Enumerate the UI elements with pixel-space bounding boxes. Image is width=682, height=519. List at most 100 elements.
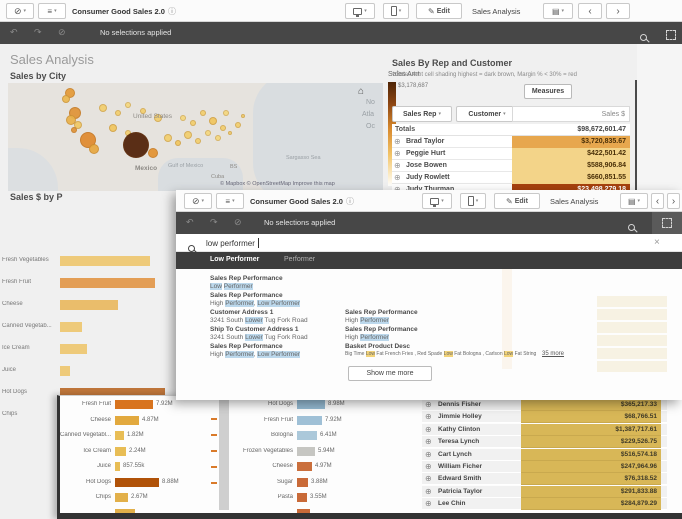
- info-icon[interactable]: ⓘ: [168, 6, 176, 17]
- city-sales-bubble[interactable]: [215, 135, 221, 141]
- bar[interactable]: [115, 431, 124, 440]
- table-row[interactable]: ⊕Teresa Lynch$229,526.75: [422, 436, 667, 448]
- expand-icon[interactable]: ⊕: [394, 137, 404, 147]
- table-row[interactable]: ⊕Dennis Fisher$365,217.33: [422, 399, 667, 411]
- map-attribution[interactable]: © Mapbox © OpenStreetMap Improve this ma…: [220, 181, 335, 187]
- bar[interactable]: [115, 447, 126, 456]
- device-mode-button[interactable]: ▾: [383, 3, 409, 19]
- city-sales-bubble[interactable]: [220, 125, 226, 131]
- search-input[interactable]: low performer: [206, 239, 255, 248]
- dimension-button-sales-rep[interactable]: Sales Rep▾: [392, 106, 452, 122]
- city-sales-bubble[interactable]: [209, 117, 217, 125]
- expand-icon[interactable]: ⊕: [425, 487, 435, 497]
- expand-icon[interactable]: ⊕: [425, 412, 435, 422]
- dimension-button-customer[interactable]: Customer▾: [456, 106, 518, 122]
- expand-icon[interactable]: ⊕: [394, 173, 404, 183]
- step-forward-icon[interactable]: ↷: [210, 217, 218, 228]
- current-sheet-label[interactable]: Sales Analysis: [550, 197, 598, 206]
- sales-by-city-map[interactable]: United States Mexico Gulf of Mexico Sarg…: [8, 83, 383, 191]
- next-sheet-button[interactable]: ›: [667, 193, 680, 209]
- search-result-item[interactable]: Sales Rep PerformanceHigh Performer: [345, 326, 418, 342]
- product-bar[interactable]: [60, 344, 87, 354]
- app-nav-button[interactable]: ⊘▾: [6, 3, 34, 19]
- product-bar[interactable]: [60, 278, 155, 288]
- bar[interactable]: [297, 400, 325, 409]
- search-result-item[interactable]: Sales Rep PerformanceHigh Performer, Low…: [210, 292, 300, 308]
- current-sheet-label[interactable]: Sales Analysis: [472, 7, 520, 16]
- table-row[interactable]: ⊕Patricia Taylor$291,833.88: [422, 486, 667, 498]
- expand-icon[interactable]: ⊕: [425, 499, 435, 509]
- step-forward-icon[interactable]: ↷: [34, 27, 42, 38]
- bar[interactable]: [297, 416, 322, 425]
- table-row[interactable]: ⊕Brad Taylor$3,720,835.67: [392, 136, 630, 148]
- app-nav-button[interactable]: ⊘▾: [184, 193, 212, 209]
- table-row[interactable]: ⊕William Ficher$247,964.96: [422, 461, 667, 473]
- bar[interactable]: [297, 493, 307, 502]
- bar[interactable]: [115, 478, 159, 487]
- expand-icon[interactable]: ⊕: [425, 474, 435, 484]
- city-sales-bubble[interactable]: [241, 114, 245, 118]
- table-row[interactable]: ⊕Edward Smith$76,318.52: [422, 473, 667, 485]
- search-result-item[interactable]: Customer Address 13241 South Lower Tug F…: [210, 309, 308, 325]
- city-sales-bubble[interactable]: [175, 140, 181, 146]
- show-more-button[interactable]: Show me more: [348, 366, 432, 381]
- bar[interactable]: [297, 462, 312, 471]
- search-result-item[interactable]: Ship To Customer Address 13241 South Low…: [210, 326, 308, 342]
- tab-low-performer[interactable]: Low Performer: [210, 256, 259, 263]
- search-icon[interactable]: [640, 28, 647, 46]
- search-result-item[interactable]: Sales Rep PerformanceHigh Performer, Low…: [210, 343, 300, 359]
- sheet-navigation-button[interactable]: ▤▾: [620, 193, 648, 209]
- expand-icon[interactable]: ⊕: [425, 450, 435, 460]
- search-result-item[interactable]: Sales Rep PerformanceLow Performer: [210, 275, 283, 291]
- product-bar[interactable]: [60, 300, 118, 310]
- expand-icon[interactable]: ⊕: [394, 149, 404, 159]
- device-mode-button[interactable]: ▾: [460, 193, 486, 209]
- step-back-icon[interactable]: ↶: [186, 217, 194, 228]
- city-sales-bubble[interactable]: [205, 130, 211, 136]
- city-sales-bubble[interactable]: [123, 132, 149, 158]
- product-bar[interactable]: [60, 322, 82, 332]
- display-mode-button[interactable]: ▾: [345, 3, 375, 19]
- city-sales-bubble[interactable]: [190, 120, 196, 126]
- sheet-list-button[interactable]: ≡▾: [38, 3, 66, 19]
- display-mode-button[interactable]: ▾: [422, 193, 452, 209]
- city-sales-bubble[interactable]: [228, 131, 232, 135]
- city-sales-bubble[interactable]: [125, 102, 131, 108]
- city-sales-bubble[interactable]: [99, 104, 107, 112]
- scrollbar[interactable]: [219, 400, 229, 510]
- city-sales-bubble[interactable]: [180, 115, 186, 121]
- city-sales-bubble[interactable]: [71, 127, 77, 133]
- table-row[interactable]: ⊕Kathy Clinton$1,387,717.61: [422, 424, 667, 436]
- home-icon[interactable]: ⌂: [358, 86, 364, 97]
- search-result-item[interactable]: Basket Product DescBig Time Low Fat Fren…: [345, 343, 564, 359]
- city-sales-bubble[interactable]: [148, 148, 158, 158]
- search-bar[interactable]: low performer ×: [176, 234, 682, 252]
- city-sales-bubble[interactable]: [164, 134, 172, 142]
- selection-tool-button[interactable]: [652, 212, 682, 234]
- sheet-list-button[interactable]: ≡▾: [216, 193, 244, 209]
- expand-icon[interactable]: ⊕: [394, 161, 404, 171]
- clear-selections-icon[interactable]: ⊘: [58, 27, 66, 38]
- city-sales-bubble[interactable]: [200, 110, 206, 116]
- edit-button[interactable]: ✎ Edit: [494, 193, 540, 209]
- info-icon[interactable]: ⓘ: [346, 196, 354, 207]
- selection-tool-icon[interactable]: [666, 27, 676, 45]
- expand-icon[interactable]: ⊕: [425, 437, 435, 447]
- bar[interactable]: [297, 478, 308, 487]
- city-sales-bubble[interactable]: [115, 110, 121, 116]
- city-sales-bubble[interactable]: [195, 138, 201, 144]
- city-sales-bubble[interactable]: [184, 131, 192, 139]
- expand-icon[interactable]: ⊕: [425, 400, 435, 410]
- sales-column-header[interactable]: Sales $: [512, 106, 630, 122]
- bar[interactable]: [297, 447, 315, 456]
- search-result-item[interactable]: Sales Rep PerformanceHigh Performer: [345, 309, 418, 325]
- bar[interactable]: [297, 431, 317, 440]
- expand-icon[interactable]: ⊕: [425, 462, 435, 472]
- bar[interactable]: [115, 400, 153, 409]
- product-bar[interactable]: [60, 256, 150, 266]
- step-back-icon[interactable]: ↶: [10, 27, 18, 38]
- edit-button[interactable]: ✎ Edit: [416, 3, 462, 19]
- previous-sheet-button[interactable]: ‹: [578, 3, 602, 19]
- bar[interactable]: [115, 416, 139, 425]
- previous-sheet-button[interactable]: ‹: [651, 193, 664, 209]
